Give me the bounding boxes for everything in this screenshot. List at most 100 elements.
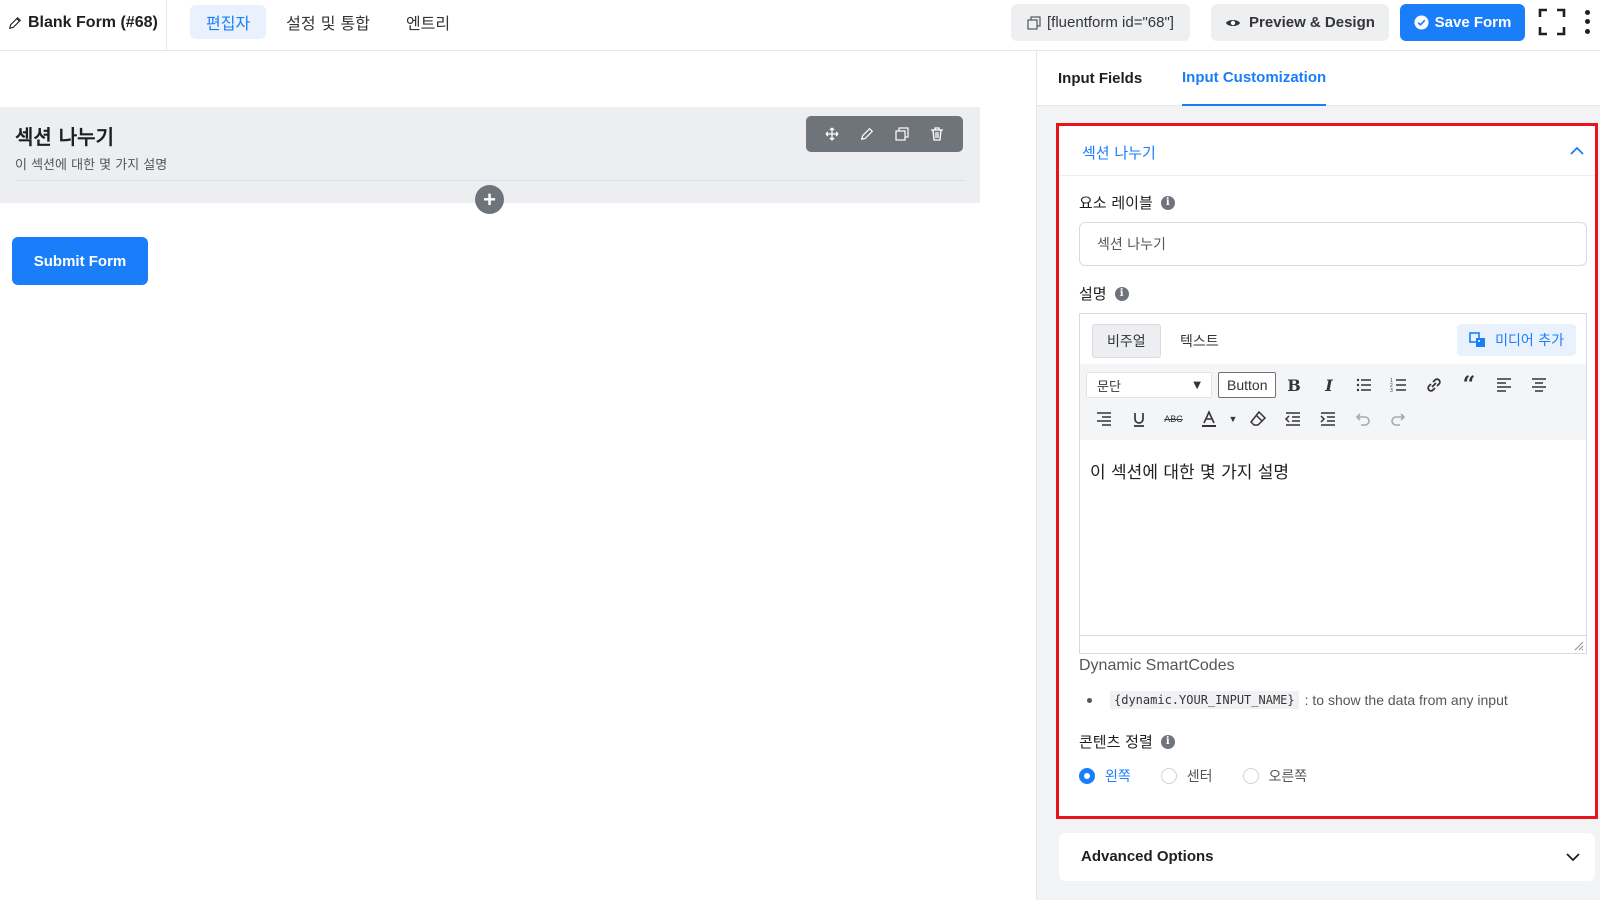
radio-align-left[interactable]: 왼쪽 — [1079, 766, 1131, 786]
description-field-label: 설명 i — [1079, 283, 1129, 304]
nav-entries[interactable]: 엔트리 — [390, 5, 466, 39]
numbered-list-icon[interactable]: 123 — [1381, 370, 1416, 400]
link-icon[interactable] — [1416, 370, 1451, 400]
outdent-icon[interactable] — [1275, 404, 1310, 434]
resize-handle-icon[interactable] — [1574, 641, 1584, 651]
chevron-down-icon[interactable] — [1565, 849, 1581, 865]
smartcode-code: {dynamic.YOUR_INPUT_NAME} — [1110, 691, 1299, 709]
preview-design-button[interactable]: Preview & Design — [1211, 4, 1389, 41]
section-description: 이 섹션에 대한 몇 가지 설명 — [15, 158, 168, 173]
element-label-field-label: 요소 레이블 i — [1079, 192, 1175, 213]
eye-icon — [1226, 19, 1241, 26]
save-form-button[interactable]: Save Form — [1400, 4, 1525, 41]
bullet-list-icon[interactable] — [1346, 370, 1381, 400]
format-select[interactable]: 문단 ▼ — [1086, 372, 1212, 398]
block-toolbar — [806, 116, 963, 152]
caret-down-icon: ▼ — [1193, 379, 1201, 391]
button-shortcode-button[interactable]: Button — [1218, 372, 1277, 398]
radio-label: 왼쪽 — [1105, 769, 1131, 785]
editor-content[interactable]: 이 섹션에 대한 몇 가지 설명 — [1080, 440, 1586, 635]
undo-icon[interactable] — [1345, 404, 1380, 434]
radio-circle — [1242, 768, 1259, 784]
blockquote-icon[interactable]: “ — [1451, 370, 1486, 400]
smartcodes-title: Dynamic SmartCodes — [1079, 657, 1235, 674]
radio-label: 오른쪽 — [1268, 769, 1308, 785]
info-icon[interactable]: i — [1114, 286, 1129, 301]
tab-text[interactable]: 텍스트 — [1166, 324, 1233, 358]
nav-editor[interactable]: 편집자 — [190, 5, 267, 39]
radio-align-right[interactable]: 오른쪽 — [1242, 766, 1308, 786]
advanced-options-title: Advanced Options — [1081, 848, 1214, 865]
info-icon[interactable]: i — [1160, 734, 1175, 749]
editor-statusbar — [1080, 635, 1586, 653]
section-divider-line — [15, 180, 965, 181]
shortcode-text: [fluentform id="68"] — [1047, 14, 1174, 31]
form-title: Blank Form (#68) — [8, 0, 158, 45]
indent-icon[interactable] — [1310, 404, 1345, 434]
radio-circle — [1160, 768, 1177, 784]
top-bar: Blank Form (#68) 편집자 설정 및 통합 엔트리 [fluent… — [0, 0, 1600, 51]
element-label-text: 요소 레이블 — [1079, 194, 1153, 212]
align-center-icon[interactable] — [1521, 370, 1556, 400]
content-alignment-label: 콘텐츠 정렬 — [1079, 733, 1153, 751]
panel-title: 섹션 나누기 — [1082, 144, 1156, 162]
copy-icon — [1027, 15, 1041, 30]
bullet — [1087, 697, 1092, 703]
settings-sidebar: Input Fields Input Customization 섹션 나누기 … — [1036, 51, 1600, 900]
nav-settings[interactable]: 설정 및 통합 — [270, 5, 386, 39]
strikethrough-icon[interactable]: ABC — [1156, 404, 1191, 434]
text-color-icon[interactable] — [1191, 404, 1226, 434]
trash-icon[interactable] — [929, 126, 945, 142]
tab-input-customization[interactable]: Input Customization — [1182, 51, 1327, 106]
radio-align-center[interactable]: 센터 — [1160, 766, 1213, 786]
submit-form-button[interactable]: Submit Form — [12, 237, 148, 285]
bold-icon[interactable]: B — [1276, 370, 1311, 400]
element-label-input[interactable]: 섹션 나누기 — [1079, 222, 1587, 266]
form-title-text: Blank Form (#68) — [28, 13, 158, 31]
svg-text:3: 3 — [1390, 388, 1393, 394]
smartcode-desc: : to show the data from any input — [1304, 692, 1508, 708]
info-icon[interactable]: i — [1160, 195, 1175, 210]
add-field-plus-icon[interactable]: + — [475, 185, 504, 214]
description-rich-editor: 비주얼 텍스트 미디어 추가 문단 ▼ Button B I 1 2 3 “ A… — [1079, 313, 1587, 654]
customization-panel: 섹션 나누기 요소 레이블 i 섹션 나누기 설명 i 비주얼 텍스트 미디어 … — [1056, 123, 1598, 819]
panel-header[interactable]: 섹션 나누기 — [1059, 126, 1595, 176]
radio-circle — [1079, 768, 1095, 784]
content-alignment-field-label: 콘텐츠 정렬 i — [1079, 731, 1175, 752]
check-circle-icon — [1414, 15, 1429, 30]
section-title: 섹션 나누기 — [15, 125, 114, 149]
edit-icon — [8, 16, 22, 29]
add-media-button[interactable]: 미디어 추가 — [1457, 324, 1576, 356]
move-icon[interactable] — [824, 126, 840, 142]
tab-input-fields[interactable]: Input Fields — [1058, 51, 1142, 106]
format-select-value: 문단 — [1097, 379, 1121, 395]
sidebar-tabs: Input Fields Input Customization — [1037, 51, 1600, 106]
underline-icon[interactable] — [1121, 404, 1156, 434]
media-icon — [1469, 332, 1486, 347]
chevron-up-icon[interactable] — [1569, 143, 1585, 159]
redo-icon[interactable] — [1380, 404, 1415, 434]
radio-label: 센터 — [1186, 769, 1213, 785]
editor-toolbar: 문단 ▼ Button B I 123 “ ABC ▼ — [1080, 364, 1586, 440]
form-editor-canvas: 섹션 나누기 이 섹션에 대한 몇 가지 설명 + Submit Form — [0, 51, 1036, 900]
alignment-radio-group: 왼쪽 센터 오른쪽 — [1079, 766, 1307, 786]
italic-icon[interactable]: I — [1311, 370, 1346, 400]
main-nav: 편집자 설정 및 통합 엔트리 — [190, 5, 466, 39]
edit-icon[interactable] — [859, 126, 875, 142]
clear-formatting-icon[interactable] — [1240, 404, 1275, 434]
advanced-options-panel[interactable]: Advanced Options — [1059, 833, 1595, 881]
fullscreen-icon[interactable] — [1538, 8, 1566, 36]
smartcode-item: {dynamic.YOUR_INPUT_NAME} : to show the … — [1087, 691, 1508, 709]
editor-mode-tabs: 비주얼 텍스트 미디어 추가 — [1080, 314, 1586, 364]
tab-visual[interactable]: 비주얼 — [1092, 324, 1161, 358]
add-media-label: 미디어 추가 — [1495, 333, 1564, 349]
duplicate-icon[interactable] — [894, 126, 910, 142]
align-right-icon[interactable] — [1086, 404, 1121, 434]
description-label-text: 설명 — [1079, 285, 1107, 303]
shortcode-button[interactable]: [fluentform id="68"] — [1011, 4, 1190, 41]
preview-label: Preview & Design — [1249, 14, 1375, 31]
align-left-icon[interactable] — [1486, 370, 1521, 400]
caret-down-icon[interactable]: ▼ — [1226, 404, 1240, 434]
more-options-icon[interactable] — [1580, 8, 1594, 36]
divider — [166, 0, 167, 51]
